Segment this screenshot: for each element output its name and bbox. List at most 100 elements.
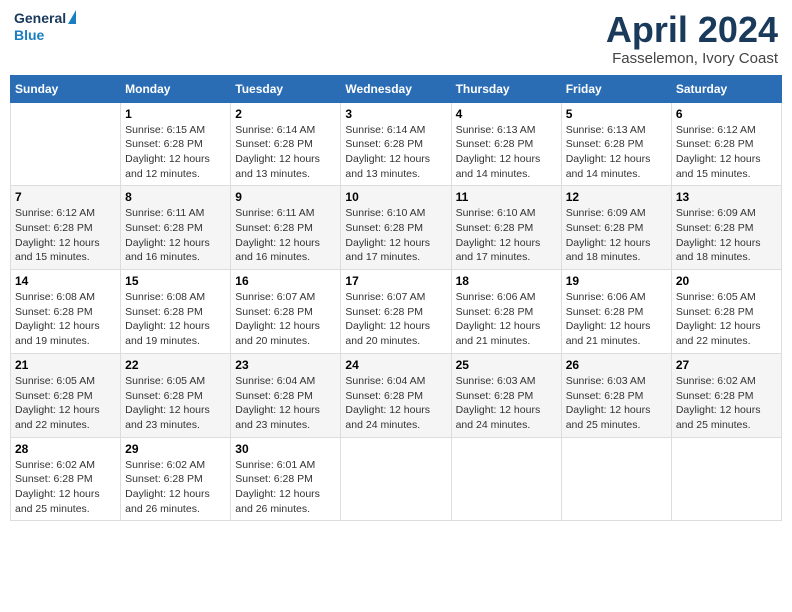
day-info: Sunrise: 6:08 AM Sunset: 6:28 PM Dayligh… (15, 290, 116, 349)
day-info: Sunrise: 6:05 AM Sunset: 6:28 PM Dayligh… (15, 374, 116, 433)
month-title: April 2024 (606, 10, 778, 50)
calendar-cell: 20 Sunrise: 6:05 AM Sunset: 6:28 PM Dayli… (671, 270, 781, 354)
page-header: General Blue April 2024 Fasselemon, Ivor… (10, 10, 782, 67)
col-wednesday: Wednesday (341, 75, 451, 102)
title-section: April 2024 Fasselemon, Ivory Coast (606, 10, 778, 67)
day-info: Sunrise: 6:01 AM Sunset: 6:28 PM Dayligh… (235, 458, 336, 517)
calendar-cell: 10 Sunrise: 6:10 AM Sunset: 6:28 PM Dayli… (341, 186, 451, 270)
day-info: Sunrise: 6:12 AM Sunset: 6:28 PM Dayligh… (15, 206, 116, 265)
day-info: Sunrise: 6:15 AM Sunset: 6:28 PM Dayligh… (125, 123, 226, 182)
day-number: 24 (345, 358, 446, 372)
calendar-cell: 7 Sunrise: 6:12 AM Sunset: 6:28 PM Daylig… (11, 186, 121, 270)
day-info: Sunrise: 6:06 AM Sunset: 6:28 PM Dayligh… (456, 290, 557, 349)
day-info: Sunrise: 6:03 AM Sunset: 6:28 PM Dayligh… (566, 374, 667, 433)
day-number: 10 (345, 190, 446, 204)
day-number: 1 (125, 107, 226, 121)
day-info: Sunrise: 6:05 AM Sunset: 6:28 PM Dayligh… (125, 374, 226, 433)
calendar-cell: 8 Sunrise: 6:11 AM Sunset: 6:28 PM Daylig… (121, 186, 231, 270)
calendar-cell: 14 Sunrise: 6:08 AM Sunset: 6:28 PM Dayli… (11, 270, 121, 354)
calendar-body: 1 Sunrise: 6:15 AM Sunset: 6:28 PM Daylig… (11, 102, 782, 521)
calendar-cell (11, 102, 121, 186)
day-number: 2 (235, 107, 336, 121)
day-number: 16 (235, 274, 336, 288)
day-number: 12 (566, 190, 667, 204)
calendar-cell: 23Sunrise: 6:04 AM Sunset: 6:28 PM Dayli… (231, 353, 341, 437)
day-info: Sunrise: 6:05 AM Sunset: 6:28 PM Dayligh… (676, 290, 777, 349)
calendar-cell: 24 Sunrise: 6:04 AM Sunset: 6:28 PM Dayli… (341, 353, 451, 437)
day-number: 5 (566, 107, 667, 121)
calendar-week-row: 28 Sunrise: 6:02 AM Sunset: 6:28 PM Dayli… (11, 437, 782, 521)
col-sunday: Sunday (11, 75, 121, 102)
calendar-cell (561, 437, 671, 521)
calendar-week-row: 14 Sunrise: 6:08 AM Sunset: 6:28 PM Dayli… (11, 270, 782, 354)
calendar-cell: 11 Sunrise: 6:10 AM Sunset: 6:28 PM Dayli… (451, 186, 561, 270)
day-info: Sunrise: 6:02 AM Sunset: 6:28 PM Dayligh… (676, 374, 777, 433)
day-info: Sunrise: 6:13 AM Sunset: 6:28 PM Dayligh… (456, 123, 557, 182)
calendar-cell: 28 Sunrise: 6:02 AM Sunset: 6:28 PM Dayli… (11, 437, 121, 521)
calendar-cell: 6 Sunrise: 6:12 AM Sunset: 6:28 PM Daylig… (671, 102, 781, 186)
calendar-week-row: 1 Sunrise: 6:15 AM Sunset: 6:28 PM Daylig… (11, 102, 782, 186)
day-info: Sunrise: 6:07 AM Sunset: 6:28 PM Dayligh… (345, 290, 446, 349)
day-number: 8 (125, 190, 226, 204)
logo-triangle-icon (68, 10, 76, 24)
day-info: Sunrise: 6:09 AM Sunset: 6:28 PM Dayligh… (676, 206, 777, 265)
day-number: 6 (676, 107, 777, 121)
day-info: Sunrise: 6:14 AM Sunset: 6:28 PM Dayligh… (345, 123, 446, 182)
day-info: Sunrise: 6:14 AM Sunset: 6:28 PM Dayligh… (235, 123, 336, 182)
col-friday: Friday (561, 75, 671, 102)
day-number: 7 (15, 190, 116, 204)
calendar-week-row: 21 Sunrise: 6:05 AM Sunset: 6:28 PM Dayli… (11, 353, 782, 437)
calendar-cell: 2 Sunrise: 6:14 AM Sunset: 6:28 PM Daylig… (231, 102, 341, 186)
day-number: 3 (345, 107, 446, 121)
day-number: 14 (15, 274, 116, 288)
day-info: Sunrise: 6:02 AM Sunset: 6:28 PM Dayligh… (125, 458, 226, 517)
day-number: 27 (676, 358, 777, 372)
logo: General Blue (14, 10, 76, 44)
header-row: Sunday Monday Tuesday Wednesday Thursday… (11, 75, 782, 102)
day-info: Sunrise: 6:07 AM Sunset: 6:28 PM Dayligh… (235, 290, 336, 349)
calendar-cell (451, 437, 561, 521)
col-saturday: Saturday (671, 75, 781, 102)
location-text: Fasselemon, Ivory Coast (606, 50, 778, 67)
day-info: Sunrise: 6:10 AM Sunset: 6:28 PM Dayligh… (456, 206, 557, 265)
day-number: 26 (566, 358, 667, 372)
logo-general-text: General (14, 10, 66, 27)
day-info: Sunrise: 6:13 AM Sunset: 6:28 PM Dayligh… (566, 123, 667, 182)
day-info: Sunrise: 6:04 AM Sunset: 6:28 PM Dayligh… (235, 374, 336, 433)
day-number: 15 (125, 274, 226, 288)
calendar-cell: 4Sunrise: 6:13 AM Sunset: 6:28 PM Daylig… (451, 102, 561, 186)
day-info: Sunrise: 6:11 AM Sunset: 6:28 PM Dayligh… (125, 206, 226, 265)
day-info: Sunrise: 6:02 AM Sunset: 6:28 PM Dayligh… (15, 458, 116, 517)
calendar-cell: 27 Sunrise: 6:02 AM Sunset: 6:28 PM Dayli… (671, 353, 781, 437)
day-info: Sunrise: 6:04 AM Sunset: 6:28 PM Dayligh… (345, 374, 446, 433)
day-number: 17 (345, 274, 446, 288)
calendar-cell: 16 Sunrise: 6:07 AM Sunset: 6:28 PM Dayli… (231, 270, 341, 354)
day-number: 9 (235, 190, 336, 204)
calendar-cell: 26 Sunrise: 6:03 AM Sunset: 6:28 PM Dayli… (561, 353, 671, 437)
calendar-header: Sunday Monday Tuesday Wednesday Thursday… (11, 75, 782, 102)
calendar-cell (341, 437, 451, 521)
day-info: Sunrise: 6:12 AM Sunset: 6:28 PM Dayligh… (676, 123, 777, 182)
day-number: 20 (676, 274, 777, 288)
calendar-cell: 29Sunrise: 6:02 AM Sunset: 6:28 PM Dayli… (121, 437, 231, 521)
calendar-cell: 13 Sunrise: 6:09 AM Sunset: 6:28 PM Dayli… (671, 186, 781, 270)
day-number: 22 (125, 358, 226, 372)
calendar-cell: 5 Sunrise: 6:13 AM Sunset: 6:28 PM Daylig… (561, 102, 671, 186)
col-monday: Monday (121, 75, 231, 102)
day-info: Sunrise: 6:11 AM Sunset: 6:28 PM Dayligh… (235, 206, 336, 265)
day-info: Sunrise: 6:09 AM Sunset: 6:28 PM Dayligh… (566, 206, 667, 265)
calendar-cell: 9 Sunrise: 6:11 AM Sunset: 6:28 PM Daylig… (231, 186, 341, 270)
calendar-cell: 1 Sunrise: 6:15 AM Sunset: 6:28 PM Daylig… (121, 102, 231, 186)
calendar-week-row: 7 Sunrise: 6:12 AM Sunset: 6:28 PM Daylig… (11, 186, 782, 270)
day-number: 13 (676, 190, 777, 204)
day-info: Sunrise: 6:08 AM Sunset: 6:28 PM Dayligh… (125, 290, 226, 349)
day-number: 11 (456, 190, 557, 204)
calendar-cell: 18Sunrise: 6:06 AM Sunset: 6:28 PM Dayli… (451, 270, 561, 354)
calendar-cell: 3 Sunrise: 6:14 AM Sunset: 6:28 PM Daylig… (341, 102, 451, 186)
day-number: 21 (15, 358, 116, 372)
calendar-cell: 25Sunrise: 6:03 AM Sunset: 6:28 PM Dayli… (451, 353, 561, 437)
day-info: Sunrise: 6:10 AM Sunset: 6:28 PM Dayligh… (345, 206, 446, 265)
calendar-cell: 30Sunrise: 6:01 AM Sunset: 6:28 PM Dayli… (231, 437, 341, 521)
day-number: 28 (15, 442, 116, 456)
calendar-cell (671, 437, 781, 521)
